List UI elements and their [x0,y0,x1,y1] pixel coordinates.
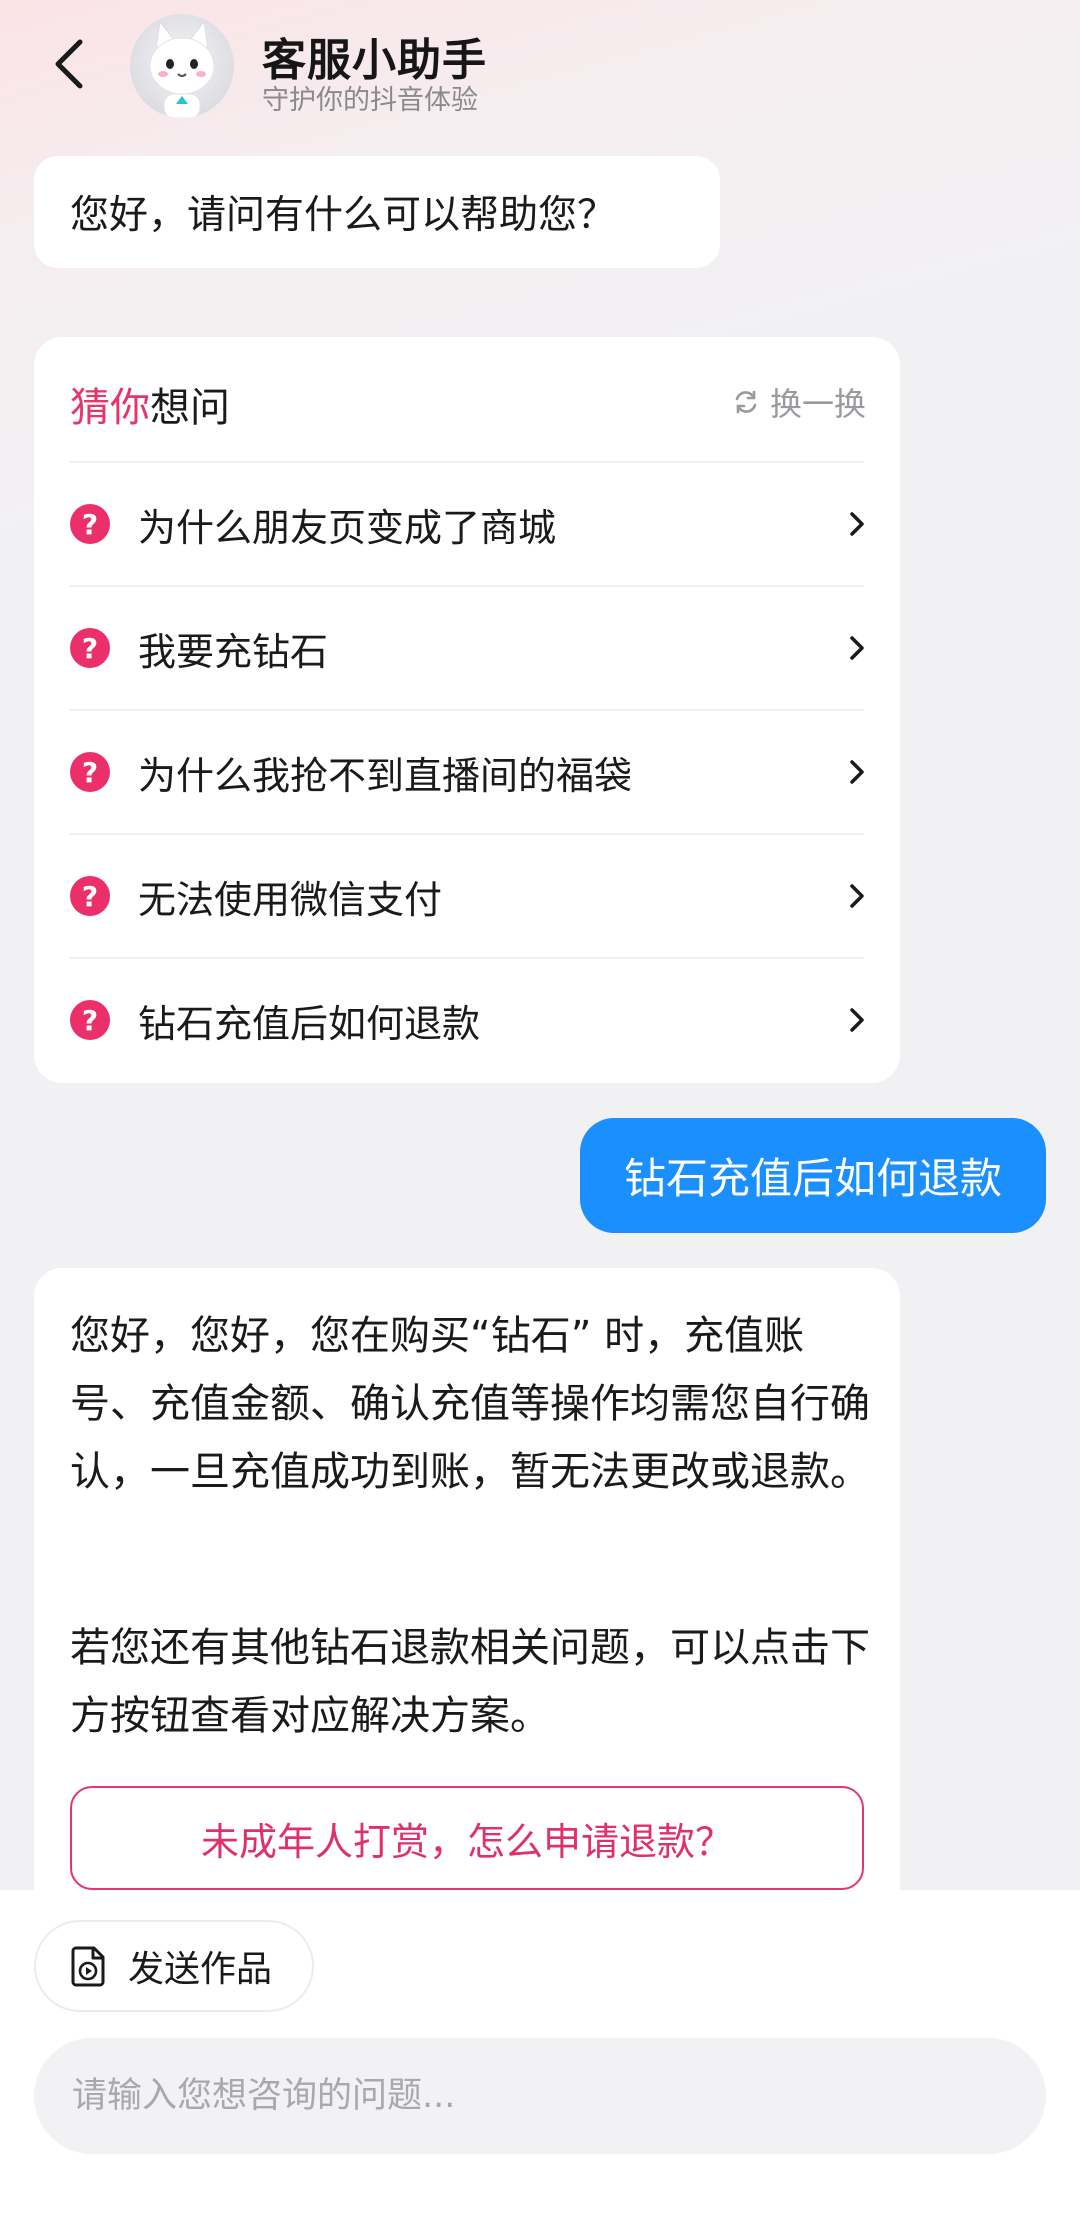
suggestions-title: 猜你想问 [70,375,230,433]
avatar[interactable] [130,14,234,118]
question-icon: ? [70,876,110,916]
question-icon: ? [70,504,110,544]
send-work-button[interactable]: 发送作品 [34,1920,314,2012]
suggestions-card: 猜你想问 换一换 ? 为什么朋友页变成了商城 ? 我要充钻石 ? 为什么我抢不到… [34,337,900,1083]
video-file-icon [71,1946,105,1987]
chevron-right-icon [850,512,864,536]
send-work-label: 发送作品 [128,1949,273,1990]
suggestion-label: 为什么我抢不到直播间的福袋 [138,753,633,798]
refresh-button[interactable]: 换一换 [732,379,866,425]
suggestions-title-highlight: 猜你 [70,385,150,431]
minor-refund-button[interactable]: 未成年人打赏，怎么申请退款？ [70,1786,864,1890]
composer-bar: 发送作品 [0,1890,1080,2232]
chevron-right-icon [850,884,864,908]
suggestion-label: 钻石充值后如何退款 [138,1001,481,1046]
suggestion-item[interactable]: ? 我要充钻石 [70,587,872,709]
back-button[interactable] [40,28,100,100]
suggestions-title-rest: 想问 [150,385,230,431]
refresh-label: 换一换 [769,385,866,423]
question-icon: ? [70,752,110,792]
suggestion-item[interactable]: ? 无法使用微信支付 [70,835,872,957]
answer-paragraph: 若您还有其他钻石退款相关问题，可以点击下方按钮查看对应解决方案。 [70,1625,870,1739]
suggestion-item[interactable]: ? 为什么朋友页变成了商城 [70,463,872,585]
chevron-right-icon [850,636,864,660]
question-icon: ? [70,1000,110,1040]
greeting-bubble: 您好，请问有什么可以帮助您？ [34,156,720,268]
chevron-right-icon [850,760,864,784]
suggestion-item[interactable]: ? 钻石充值后如何退款 [70,959,872,1081]
suggestion-label: 我要充钻石 [138,629,329,674]
header: 客服小助手 守护你的抖音体验 [0,0,1080,140]
chevron-right-icon [850,1008,864,1032]
refresh-icon [735,390,757,414]
answer-paragraph: 您好，您好，您在购买“钻石” 时，充值账号、充值金额、确认充值等操作均需您自行确… [70,1313,870,1495]
suggestion-label: 为什么朋友页变成了商城 [138,505,557,550]
answer-card: 您好，您好，您在购买“钻石” 时，充值账号、充值金额、确认充值等操作均需您自行确… [34,1268,900,1908]
suggestions-header: 猜你想问 换一换 [70,371,866,431]
question-input[interactable] [34,2038,1046,2154]
user-message-bubble: 钻石充值后如何退款 [580,1118,1046,1233]
back-arrow-icon [55,39,83,89]
mascot-avatar-icon [130,14,234,118]
page-subtitle: 守护你的抖音体验 [262,85,478,116]
suggestion-item[interactable]: ? 为什么我抢不到直播间的福袋 [70,711,872,833]
suggestion-label: 无法使用微信支付 [138,877,443,922]
question-icon: ? [70,628,110,668]
